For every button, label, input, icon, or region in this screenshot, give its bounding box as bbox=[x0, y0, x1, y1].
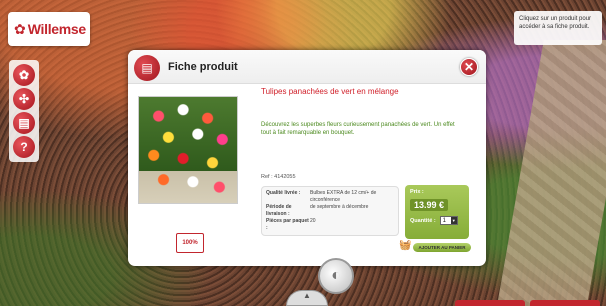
product-description: Découvrez les superbes fleurs curieuseme… bbox=[261, 122, 455, 136]
info-value: Bulbes EXTRA de 12 cm/+ de circonférence bbox=[310, 190, 377, 203]
logo-text: Willemse bbox=[27, 21, 86, 37]
product-ref: Ref : 4142055 bbox=[261, 174, 296, 180]
info-row-delivery: Période de livraison : de septembre à dé… bbox=[266, 204, 394, 217]
bottom-tab-2[interactable] bbox=[530, 300, 600, 306]
quality-badge: 100% bbox=[176, 233, 204, 253]
chevron-down-icon: ▼ bbox=[450, 217, 457, 224]
quantity-label: Quantité : bbox=[410, 217, 436, 224]
flower-icon: ✿ bbox=[14, 20, 26, 37]
info-value: de septembre à décembre bbox=[310, 204, 369, 210]
side-toolbar: ✿ ✣ ▤ ? bbox=[9, 60, 39, 162]
price-value: 13.99 € bbox=[410, 199, 449, 211]
price-label: Prix : bbox=[410, 189, 424, 195]
info-row-pieces: Pièces par paquet : 20 bbox=[266, 218, 394, 231]
modal-header: ▤ Fiche produit ✕ bbox=[128, 50, 486, 84]
product-modal: ▤ Fiche produit ✕ Tulipes panachées de v… bbox=[128, 50, 486, 266]
info-row-quality: Qualité livrée : Bulbes EXTRA de 12 cm/+… bbox=[266, 190, 394, 203]
help-icon[interactable]: ? bbox=[13, 136, 35, 158]
product-image bbox=[138, 96, 238, 204]
quantity-row: Quantité : 1 ▼ bbox=[410, 216, 464, 225]
modal-title: Fiche produit bbox=[168, 60, 238, 73]
hint-tooltip: Cliquez sur un produit pour accéder à sa… bbox=[514, 11, 602, 45]
camera-rotate-icon[interactable]: ◐ bbox=[318, 258, 354, 294]
info-value: 20 bbox=[310, 218, 316, 224]
close-button[interactable]: ✕ bbox=[460, 58, 478, 76]
bottom-tab-1[interactable] bbox=[455, 300, 525, 306]
info-label: Qualité livrée : bbox=[266, 190, 301, 196]
basket-icon: 🧺 bbox=[399, 240, 412, 251]
compass-icon[interactable]: ✣ bbox=[13, 88, 35, 110]
navigation-arrows-icon[interactable]: ▲ bbox=[286, 290, 328, 306]
info-label: Période de livraison : bbox=[266, 204, 292, 217]
flower-icon[interactable]: ✿ bbox=[13, 64, 35, 86]
product-sheet-icon: ▤ bbox=[134, 55, 160, 81]
product-info-box: Qualité livrée : Bulbes EXTRA de 12 cm/+… bbox=[261, 186, 399, 236]
info-label: Pièces par paquet : bbox=[266, 218, 309, 231]
willemse-logo[interactable]: ✿ Willemse bbox=[8, 12, 90, 46]
price-box: Prix : 13.99 € Quantité : 1 ▼ bbox=[405, 185, 469, 239]
list-icon[interactable]: ▤ bbox=[13, 112, 35, 134]
quantity-select[interactable]: 1 ▼ bbox=[439, 216, 458, 225]
product-name: Tulipes panachées de vert en mélange bbox=[261, 87, 399, 96]
add-to-cart-button[interactable]: AJOUTER AU PANIER bbox=[413, 243, 471, 252]
quantity-value: 1 bbox=[442, 217, 447, 224]
